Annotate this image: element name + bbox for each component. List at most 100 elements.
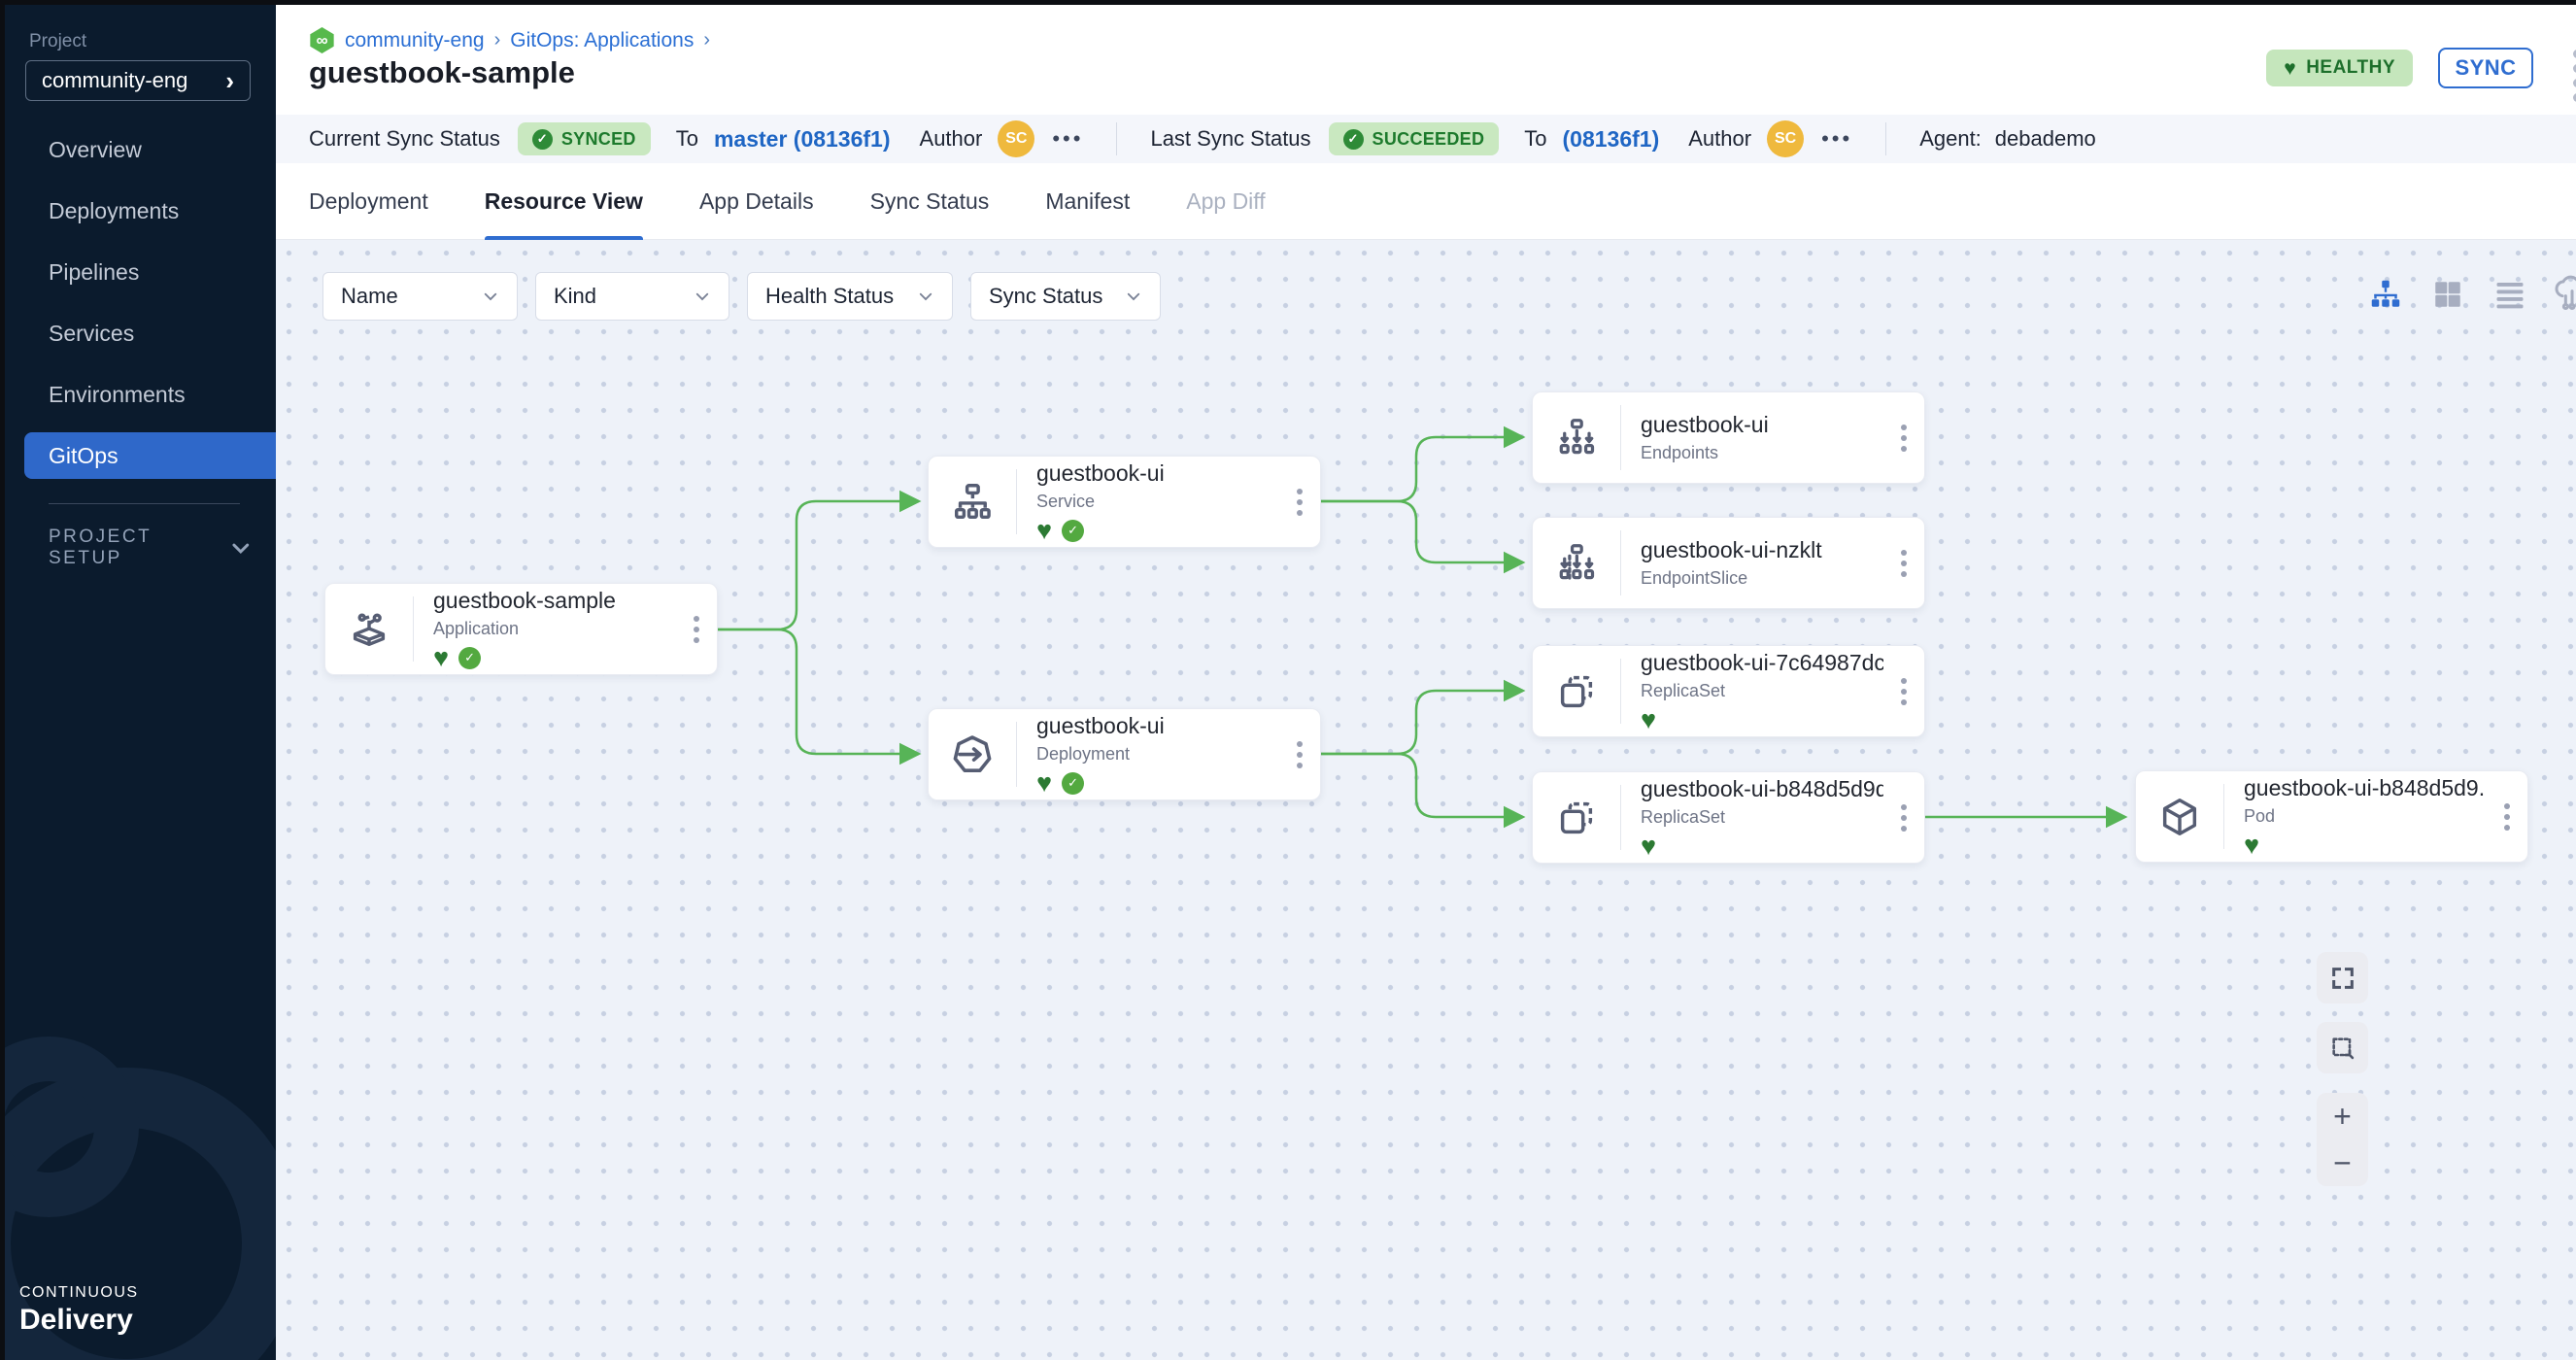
project-selector-value: community-eng [42,68,187,93]
synced-badge: ✓ SYNCED [518,122,651,155]
health-heart-icon: ♥ [433,646,449,669]
node-title: guestbook-sample [433,588,676,614]
node-title: guestbook-ui-nzklt [1641,537,1883,563]
succeeded-badge: ✓ SUCCEEDED [1329,122,1500,155]
tab-app-diff[interactable]: App Diff [1186,163,1265,240]
node-kind: Endpoints [1641,443,1883,463]
grid-view-icon[interactable] [2428,275,2467,314]
node-deployment[interactable]: guestbook-ui Deployment ♥ ✓ [928,708,1321,800]
filter-sync-status-dropdown[interactable]: Sync Status [970,272,1161,321]
health-heart-icon: ♥ [1641,834,1656,858]
chevron-down-icon [229,536,253,560]
current-more-icon[interactable]: ••• [1052,126,1083,152]
filter-name-dropdown[interactable]: Name [322,272,518,321]
node-menu-button[interactable] [1279,741,1320,768]
region-select-button[interactable] [2317,1022,2368,1073]
node-menu-button[interactable] [1883,550,1924,577]
view-toggle-bar [2366,275,2576,314]
node-title: guestbook-ui [1036,460,1279,487]
tab-sync-status[interactable]: Sync Status [870,163,990,240]
node-menu-button[interactable] [1883,804,1924,832]
last-more-icon[interactable]: ••• [1821,126,1852,152]
sidebar-item-pipelines[interactable]: Pipelines [0,249,276,295]
deployment-icon [929,731,1016,778]
chevron-down-icon [917,288,934,305]
replicaset-icon [1533,796,1620,840]
chevron-down-icon [694,288,711,305]
zoom-out-button[interactable]: − [2333,1147,2352,1178]
node-endpointslice[interactable]: guestbook-ui-nzklt EndpointSlice [1532,517,1925,609]
filter-kind-dropdown[interactable]: Kind [535,272,729,321]
node-kind: Service [1036,492,1279,512]
node-service[interactable]: guestbook-ui Service ♥ ✓ [928,456,1321,548]
project-setup-label: PROJECT SETUP [49,527,229,569]
cloud-network-view-icon[interactable] [2553,275,2576,314]
node-title: guestbook-ui-b848d5d9d [1641,776,1883,802]
sidebar-item-services[interactable]: Services [0,310,276,357]
check-circle-icon: ✓ [532,129,553,150]
breadcrumb-applications-link[interactable]: GitOps: Applications [510,29,694,52]
current-author-avatar[interactable]: SC [998,120,1034,157]
sync-button[interactable]: SYNC [2438,48,2533,88]
current-revision-link[interactable]: master (08136f1) [714,126,891,153]
node-menu-button[interactable] [1883,678,1924,705]
service-icon [929,480,1016,525]
last-author-avatar[interactable]: SC [1767,120,1804,157]
tab-resource-view[interactable]: Resource View [485,163,643,240]
list-view-icon[interactable] [2491,275,2529,314]
fullscreen-button[interactable] [2317,952,2368,1003]
node-menu-button[interactable] [1883,425,1924,452]
sidebar-item-environments[interactable]: Environments [0,371,276,418]
chevron-right-icon: › [225,68,234,93]
tab-manifest[interactable]: Manifest [1045,163,1130,240]
node-kind: ReplicaSet [1641,681,1883,701]
app-window: Project community-eng › Overview Deploym… [0,0,2576,1360]
filter-health-status-dropdown[interactable]: Health Status [747,272,953,321]
project-setup-toggle[interactable]: PROJECT SETUP [49,527,253,569]
health-badge-label: HEALTHY [2306,57,2395,79]
node-replicaset-7c64987dc9[interactable]: guestbook-ui-7c64987dc9 ReplicaSet ♥ [1532,645,1925,737]
node-menu-button[interactable] [676,616,717,643]
header-actions: ♥ HEALTHY SYNC [2266,48,2533,88]
window-left-edge [0,0,5,1360]
node-title: guestbook-ui-7c64987dc9 [1641,650,1883,676]
window-top-edge [0,0,2576,5]
page-title: guestbook-sample [309,55,575,90]
health-status-badge: ♥ HEALTHY [2266,50,2413,86]
health-heart-icon: ♥ [1036,519,1052,542]
node-title: guestbook-ui-b848d5d9... [2244,775,2487,801]
node-kind: EndpointSlice [1641,568,1883,589]
project-selector[interactable]: community-eng › [25,60,251,101]
sync-check-icon: ✓ [1062,772,1084,795]
node-application[interactable]: guestbook-sample Application ♥ ✓ [324,583,718,675]
last-sync-label: Last Sync Status [1150,126,1310,152]
tree-view-icon[interactable] [2366,275,2405,314]
filter-bar: Name Kind Health Status Sync Status [322,272,1161,321]
chevron-down-icon [482,288,499,305]
node-menu-button[interactable] [1279,489,1320,516]
tab-deployment[interactable]: Deployment [309,163,428,240]
endpoints-icon [1533,416,1620,460]
resource-tree-canvas[interactable]: Name Kind Health Status Sync Status [276,240,2576,1360]
zoom-in-button[interactable]: + [2333,1101,2352,1132]
sidebar-item-gitops[interactable]: GitOps [24,432,276,479]
health-heart-icon: ♥ [2244,833,2259,857]
last-revision-link[interactable]: (08136f1) [1563,126,1660,153]
gitops-infinity-icon: ∞ [309,27,335,53]
node-menu-button[interactable] [2487,803,2527,831]
tab-app-details[interactable]: App Details [699,163,814,240]
breadcrumb-project-link[interactable]: community-eng [345,29,485,52]
tab-bar: Deployment Resource View App Details Syn… [276,163,2576,240]
sidebar-item-deployments[interactable]: Deployments [0,187,276,234]
sidebar-divider [49,503,240,504]
node-endpoints[interactable]: guestbook-ui Endpoints [1532,391,1925,484]
sidebar-item-overview[interactable]: Overview [0,126,276,173]
current-to-label: To [676,126,698,152]
node-pod[interactable]: guestbook-ui-b848d5d9... Pod ♥ [2135,770,2528,863]
replicaset-icon [1533,669,1620,714]
node-title: guestbook-ui [1036,713,1279,739]
node-replicaset-b848d5d9d[interactable]: guestbook-ui-b848d5d9d ReplicaSet ♥ [1532,771,1925,864]
page-header: ∞ community-eng › GitOps: Applications ›… [276,5,2576,115]
succeeded-badge-label: SUCCEEDED [1373,129,1485,150]
breadcrumb: ∞ community-eng › GitOps: Applications › [309,27,710,53]
